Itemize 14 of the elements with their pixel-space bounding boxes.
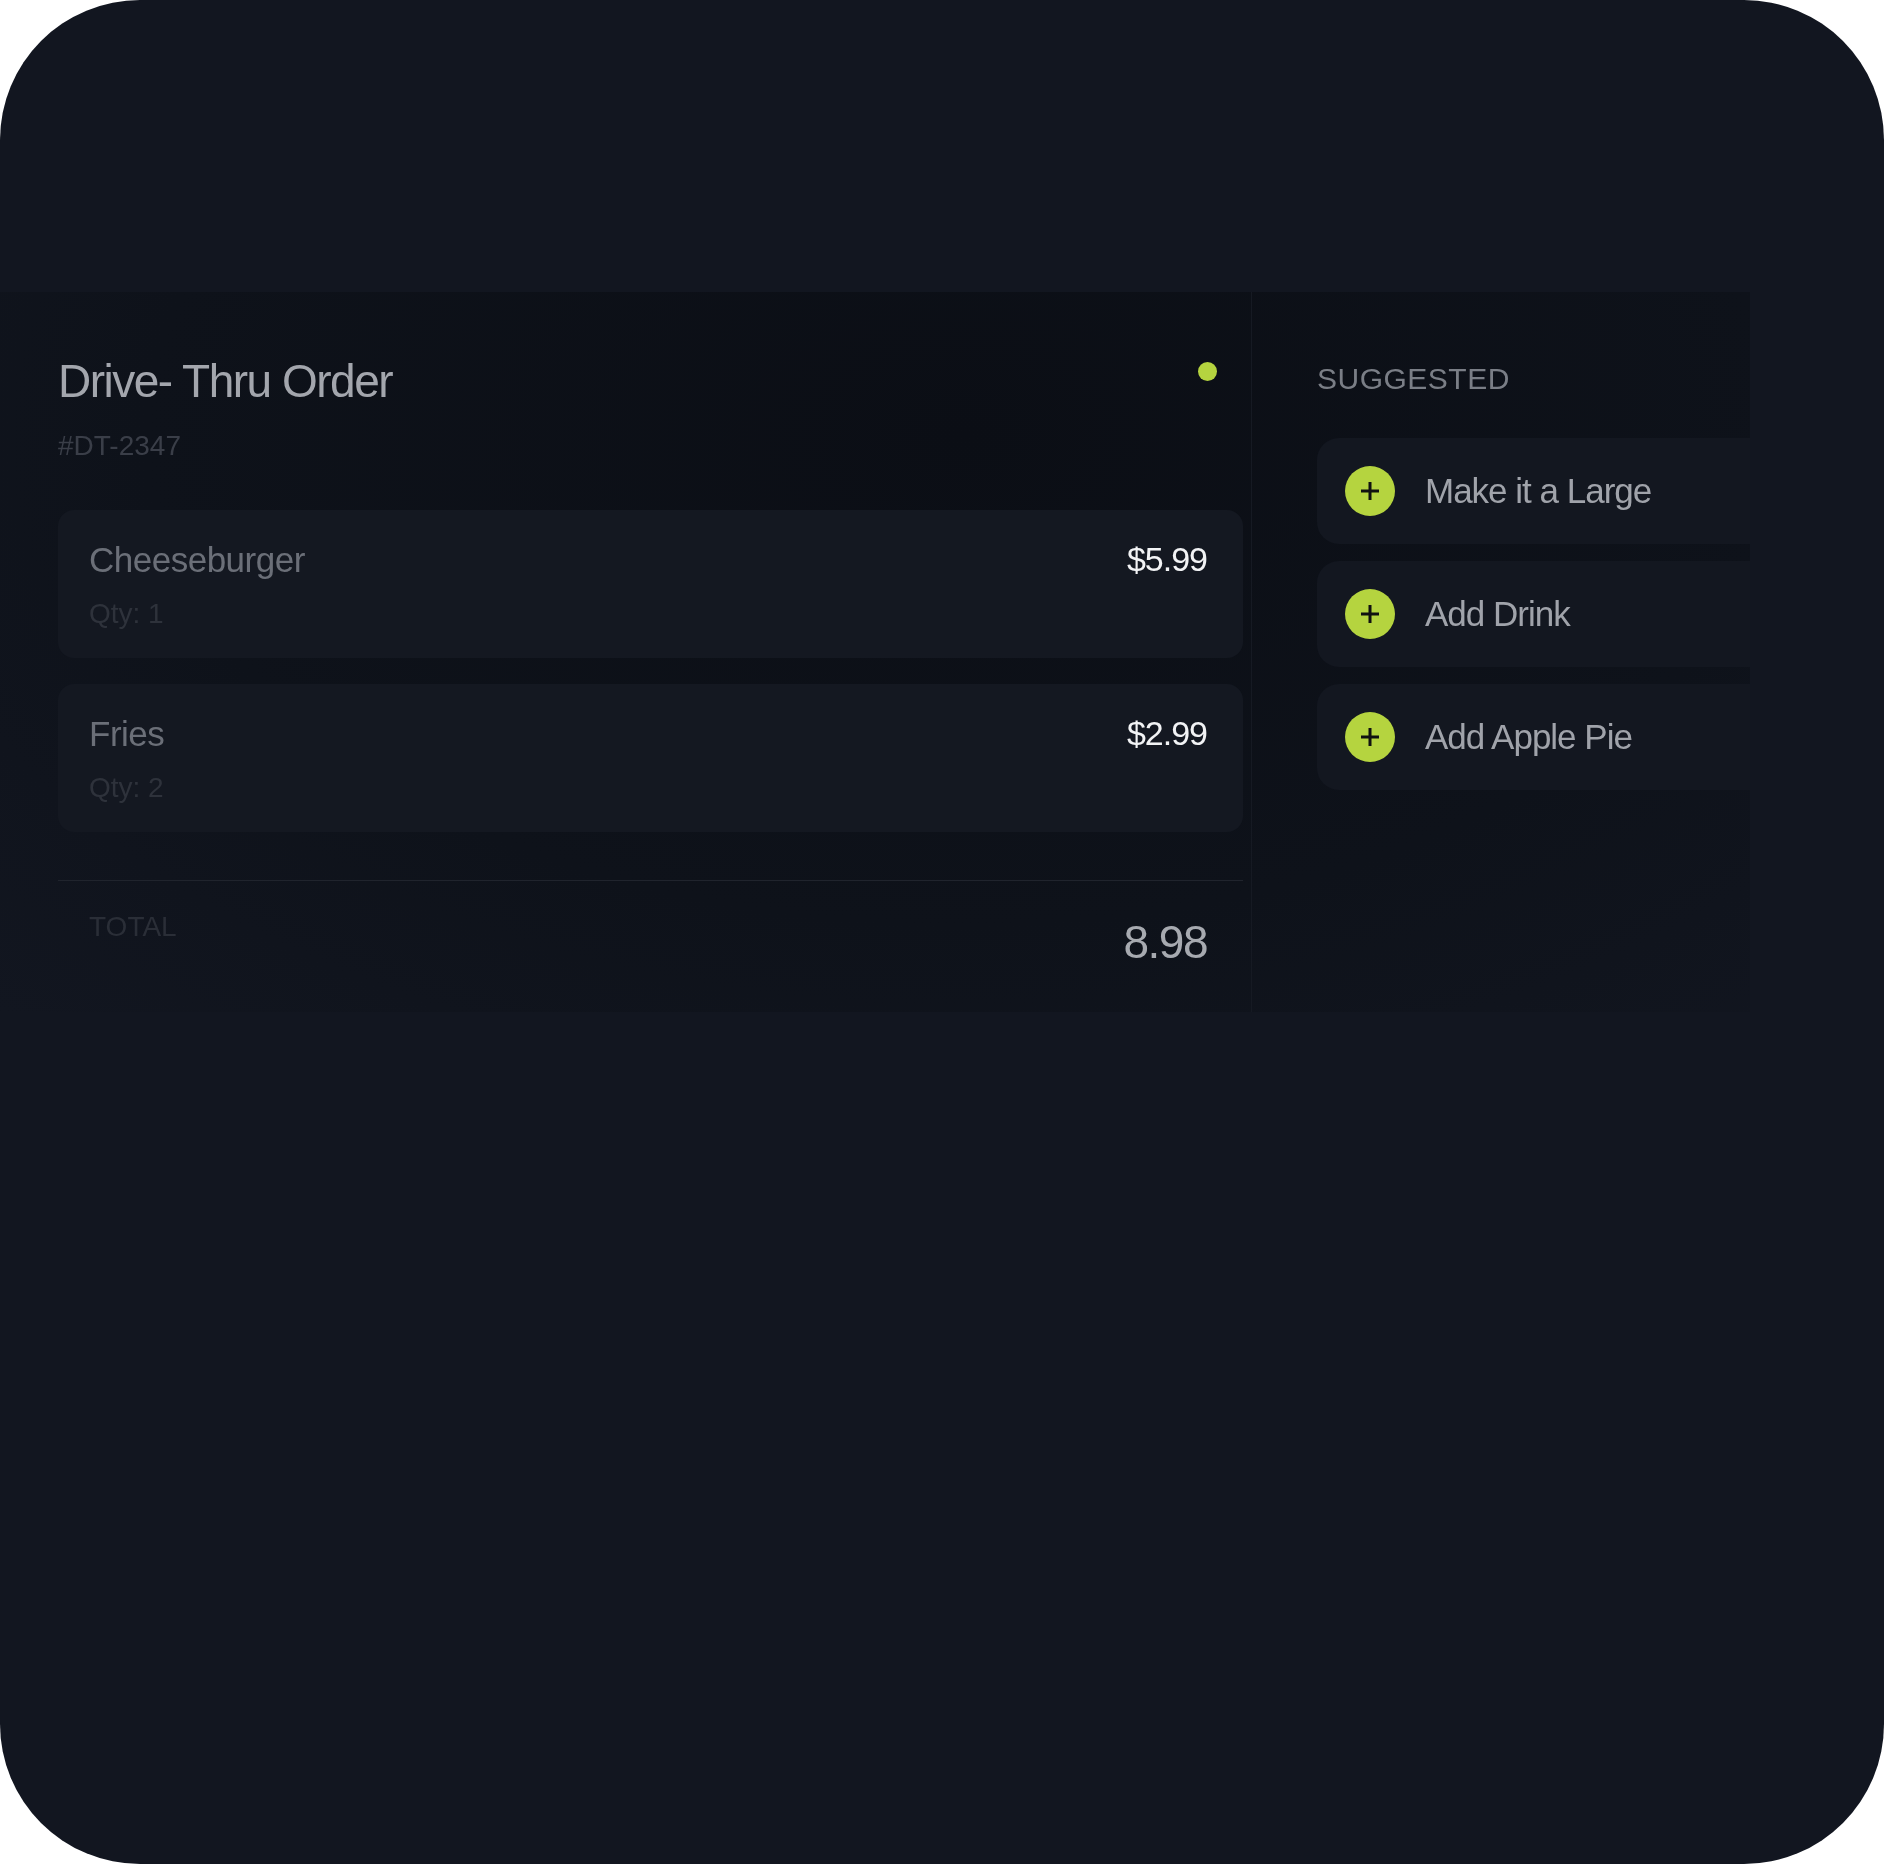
item-name: Cheeseburger — [89, 540, 305, 580]
order-title: Drive- Thru Order — [58, 354, 393, 408]
item-name: Fries — [89, 714, 165, 754]
plus-icon — [1345, 589, 1395, 639]
status-dot-icon — [1198, 362, 1217, 381]
suggested-heading: SUGGESTED — [1317, 362, 1511, 396]
suggestion-button[interactable]: Add Drink — [1317, 561, 1750, 667]
total-value: 8.98 — [1123, 915, 1207, 969]
plus-icon — [1345, 712, 1395, 762]
suggestion-button[interactable]: Make it a Large — [1317, 438, 1750, 544]
suggestion-button[interactable]: Add Apple Pie — [1317, 684, 1750, 790]
plus-icon — [1345, 466, 1395, 516]
item-price: $5.99 — [1126, 540, 1207, 580]
item-price: $2.99 — [1126, 714, 1207, 754]
